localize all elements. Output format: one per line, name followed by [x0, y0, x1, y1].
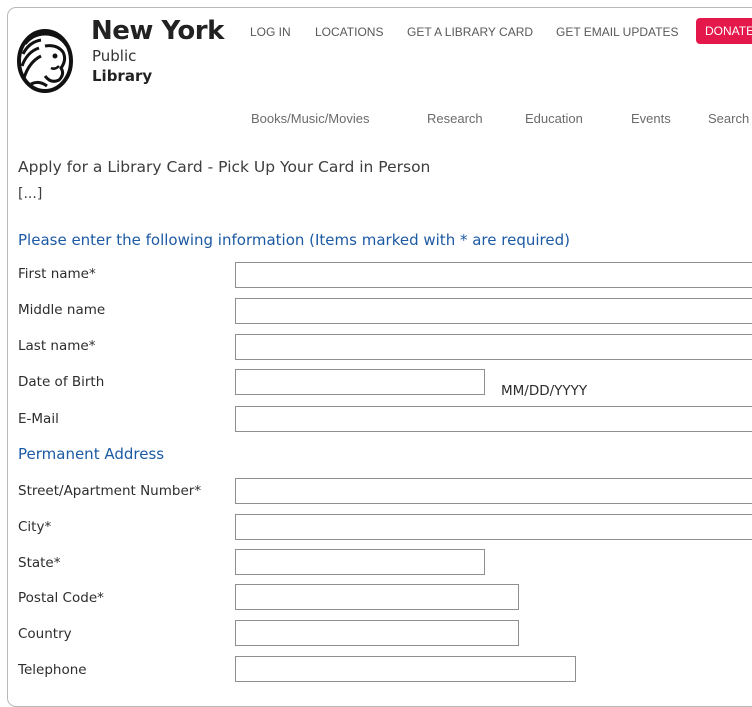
last-name-label: Last name* — [18, 338, 96, 354]
form-instructions: Please enter the following information (… — [18, 231, 570, 249]
locations-link[interactable]: LOCATIONS — [315, 25, 383, 39]
state-input[interactable] — [235, 549, 485, 575]
nav-education[interactable]: Education — [525, 111, 583, 126]
first-name-input[interactable] — [235, 262, 752, 288]
ellipsis-text: [...] — [18, 186, 43, 202]
email-label: E-Mail — [18, 411, 59, 427]
date-of-birth-label: Date of Birth — [18, 374, 105, 390]
permanent-address-heading: Permanent Address — [18, 445, 165, 463]
last-name-input[interactable] — [235, 334, 752, 360]
middle-name-label: Middle name — [18, 302, 106, 318]
city-label: City* — [18, 519, 52, 535]
state-label: State* — [18, 555, 61, 571]
first-name-label: First name* — [18, 266, 96, 282]
logo-wordmark[interactable]: New York Public Library — [91, 16, 224, 86]
nypl-lion-icon[interactable] — [15, 22, 75, 96]
telephone-label: Telephone — [18, 662, 87, 678]
donate-button[interactable]: DONATE — [696, 18, 752, 44]
get-library-card-link[interactable]: GET A LIBRARY CARD — [407, 25, 533, 39]
date-format-hint: MM/DD/YYYY — [501, 383, 588, 399]
country-label: Country — [18, 626, 72, 642]
middle-name-input[interactable] — [235, 298, 752, 324]
nav-search[interactable]: Search — [708, 111, 749, 126]
logo-line-library: Library — [92, 67, 153, 85]
logo-line-new-york: New York — [91, 16, 224, 46]
nav-books-music-movies[interactable]: Books/Music/Movies — [251, 111, 369, 126]
postal-code-label: Postal Code* — [18, 590, 104, 606]
country-input[interactable] — [235, 620, 519, 646]
city-input[interactable] — [235, 514, 752, 540]
nav-events[interactable]: Events — [631, 111, 671, 126]
nav-research[interactable]: Research — [427, 111, 483, 126]
telephone-input[interactable] — [235, 656, 576, 682]
street-input[interactable] — [235, 478, 752, 504]
postal-code-input[interactable] — [235, 584, 519, 610]
email-input[interactable] — [235, 406, 752, 432]
logo-line-public: Public — [92, 47, 137, 65]
page-title: Apply for a Library Card - Pick Up Your … — [18, 158, 431, 176]
street-label: Street/Apartment Number* — [18, 483, 202, 499]
log-in-link[interactable]: LOG IN — [250, 25, 291, 39]
date-of-birth-input[interactable] — [235, 369, 485, 395]
get-email-updates-link[interactable]: GET EMAIL UPDATES — [556, 25, 678, 39]
